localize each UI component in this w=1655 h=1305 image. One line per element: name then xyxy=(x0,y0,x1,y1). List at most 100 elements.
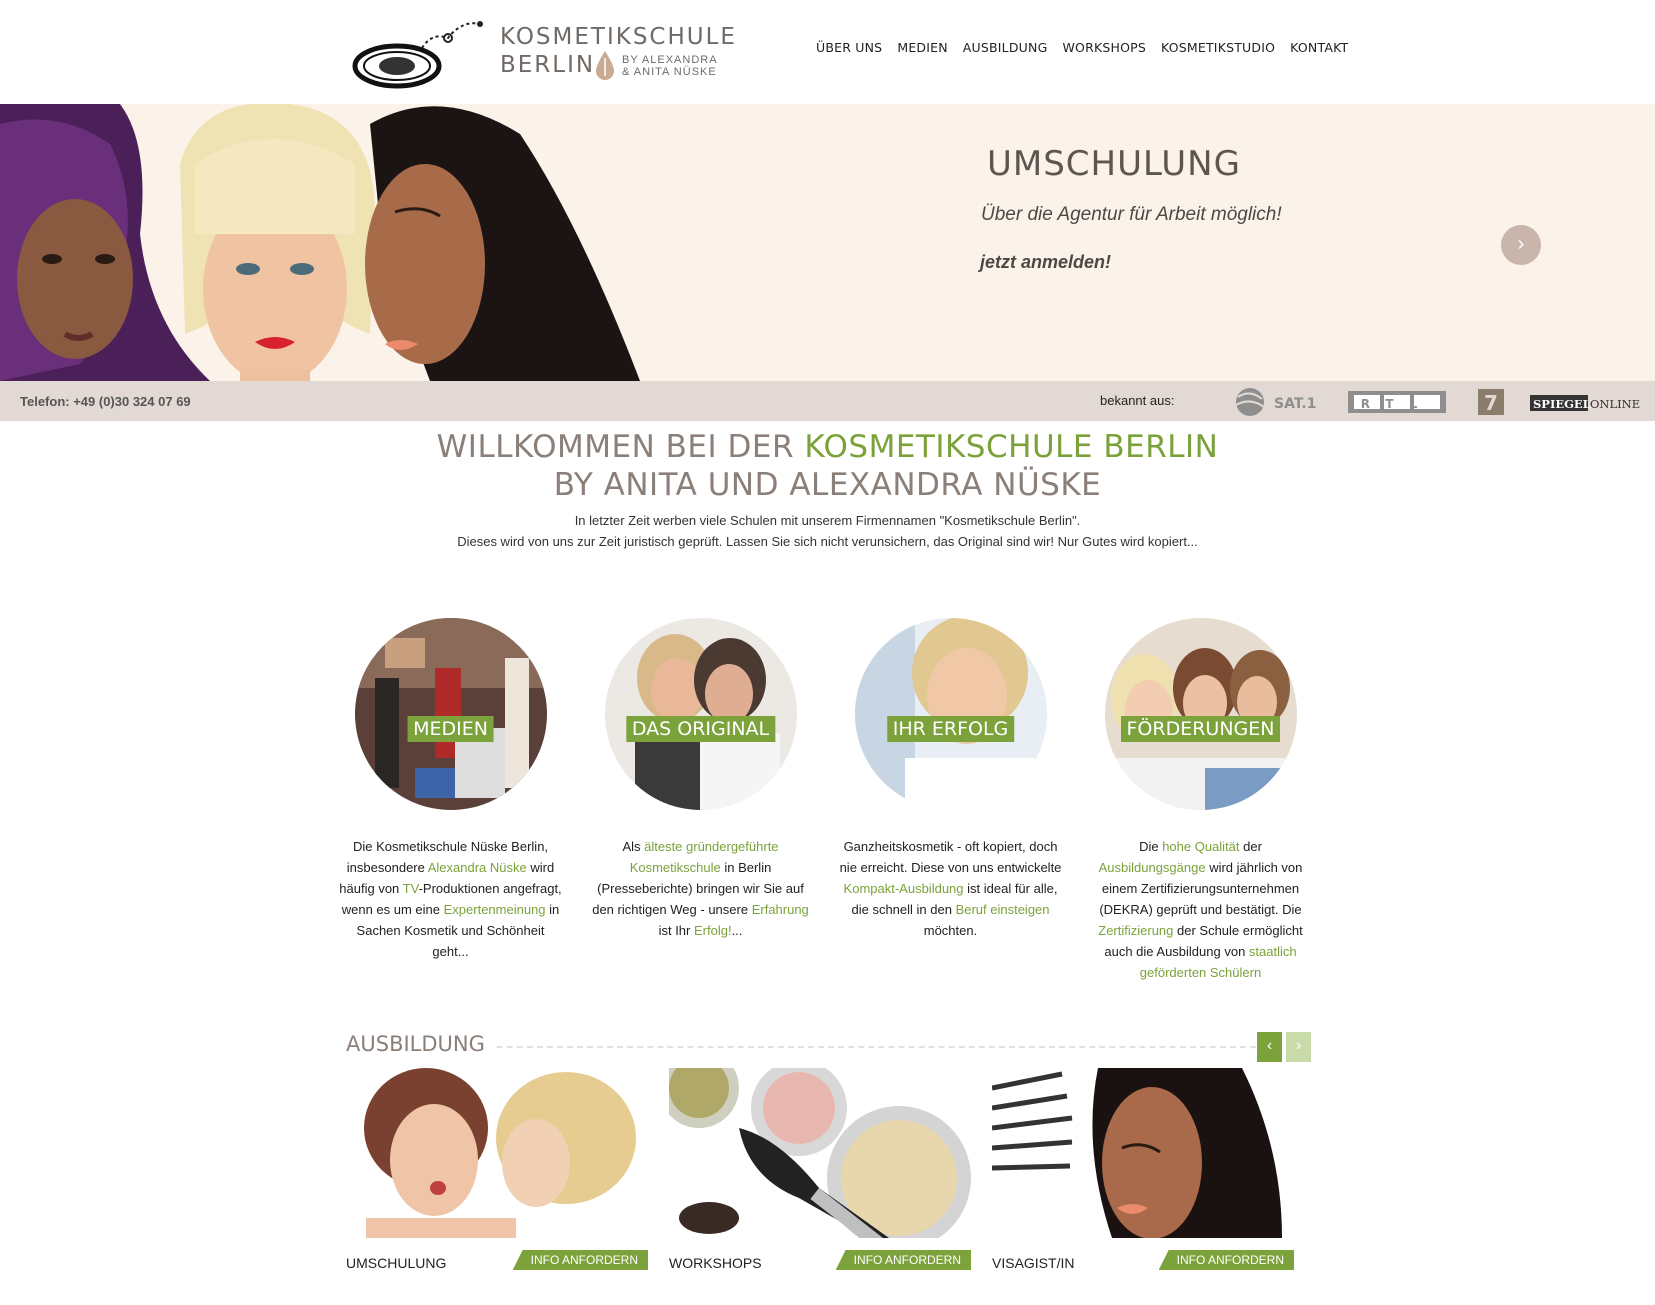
hero-title: UMSCHULUNG xyxy=(987,144,1241,184)
feature-erfolg: IHR ERFOLG Ganzheitskosmetik - oft kopie… xyxy=(838,618,1063,941)
course-row-visagist: VISAGIST/IN INFO ANFORDERN xyxy=(992,1248,1294,1278)
feature-image-foerderungen[interactable]: FÖRDERUNGEN xyxy=(1104,618,1297,810)
media-rtl: RTL xyxy=(1361,397,1434,411)
inline-link[interactable]: Ausbildungsgänge xyxy=(1099,860,1206,875)
feature-text-medien: Die Kosmetikschule Nüske Berlin, insbeso… xyxy=(338,836,563,962)
course-card-visagist[interactable]: VISAGIST/IN INFO ANFORDERN xyxy=(992,1068,1294,1278)
media-pro7: 7 xyxy=(1484,391,1498,415)
logo-byline-2: & ANITA NÜSKE xyxy=(622,66,717,78)
welcome-intro-1: In letzter Zeit werben viele Schulen mit… xyxy=(574,513,1081,528)
info-request-button-umschulung[interactable]: INFO ANFORDERN xyxy=(512,1250,648,1270)
chevron-right-icon[interactable]: › xyxy=(1501,225,1541,265)
feature-text-original: Als älteste gründergeführte Kosmetikschu… xyxy=(588,836,813,941)
logo-byline-1: BY ALEXANDRA xyxy=(622,54,718,66)
site-header: KOSMETIKSCHULE BERLIN BY ALEXANDRA & ANI… xyxy=(0,0,1655,104)
inline-link[interactable]: Kompakt-Ausbildung xyxy=(844,881,964,896)
course-image-umschulung xyxy=(346,1068,648,1238)
media-spiegel: SPIEGEL xyxy=(1533,397,1591,411)
hero-slider: UMSCHULUNG Über die Agentur für Arbeit m… xyxy=(0,104,1655,381)
welcome-title-line2: BY ANITA UND ALEXANDRA NÜSKE xyxy=(553,467,1102,503)
drop-icon xyxy=(596,51,614,80)
feature-image-original[interactable]: DAS ORIGINAL xyxy=(604,618,797,810)
nav-kosmetikstudio[interactable]: KOSMETIKSTUDIO xyxy=(1161,40,1275,55)
phone-number[interactable]: Telefon: +49 (0)30 324 07 69 xyxy=(20,394,191,409)
inline-link[interactable]: Erfolg! xyxy=(694,923,732,938)
hero-image xyxy=(0,104,640,381)
feature-label-original: DAS ORIGINAL xyxy=(625,716,776,742)
success-woman-image xyxy=(854,618,1047,810)
text-segment: Die xyxy=(1139,839,1163,854)
pro7-logo-icon: 7 xyxy=(1478,389,1504,415)
inline-link[interactable]: hohe Qualität xyxy=(1162,839,1239,854)
logo-emblem-icon xyxy=(352,21,483,89)
welcome-title-part2: KOSMETIKSCHULE BERLIN xyxy=(804,429,1219,465)
main-nav: ÜBER UNS MEDIEN AUSBILDUNG WORKSHOPS KOS… xyxy=(816,40,1348,55)
inline-link[interactable]: Zertifizierung xyxy=(1098,923,1173,938)
nav-medien[interactable]: MEDIEN xyxy=(897,40,947,55)
logo-title: KOSMETIKSCHULE xyxy=(500,24,737,50)
feature-image-medien[interactable]: MEDIEN xyxy=(354,618,547,810)
ausbildung-title: AUSBILDUNG xyxy=(346,1032,493,1056)
known-from-label: bekannt aus: xyxy=(1100,393,1175,408)
welcome-title-part1: WILLKOMMEN BEI DER xyxy=(436,429,805,465)
logo-city: BERLIN xyxy=(500,52,596,78)
media-sat1: SAT.1 xyxy=(1274,396,1316,412)
feature-foerderungen: FÖRDERUNGEN Die hohe Qualität der Ausbil… xyxy=(1088,618,1313,983)
chevron-left-icon[interactable]: ‹ xyxy=(1257,1032,1282,1062)
inline-link[interactable]: Expertenmeinung xyxy=(444,902,546,917)
feature-label-medien: MEDIEN xyxy=(407,716,494,742)
course-name-workshops: WORKSHOPS xyxy=(669,1255,762,1271)
logo-byline: BY ALEXANDRA & ANITA NÜSKE xyxy=(622,54,718,78)
course-row-umschulung: UMSCHULUNG INFO ANFORDERN xyxy=(346,1248,648,1278)
feature-text-foerderungen: Die hohe Qualität der Ausbildungsgänge w… xyxy=(1088,836,1313,983)
chevron-right-icon[interactable]: › xyxy=(1286,1032,1311,1062)
feature-original: DAS ORIGINAL Als älteste gründergeführte… xyxy=(588,618,813,941)
spiegel-online-logo-icon: SPIEGEL ONLINE xyxy=(1530,395,1640,411)
course-image-visagist xyxy=(992,1068,1294,1238)
students-image xyxy=(1104,618,1297,810)
feature-medien: MEDIEN Die Kosmetikschule Nüske Berlin, … xyxy=(338,618,563,962)
rtl-logo-icon: RTL xyxy=(1348,391,1446,413)
welcome-title: WILLKOMMEN BEI DER KOSMETIKSCHULE BERLIN… xyxy=(0,428,1655,504)
text-segment: möchten. xyxy=(923,923,978,938)
hero-subtitle: Über die Agentur für Arbeit möglich! xyxy=(981,204,1282,225)
inline-link[interactable]: Beruf einsteigen xyxy=(956,902,1050,917)
hero-cta-link[interactable]: jetzt anmelden! xyxy=(980,252,1111,273)
text-segment: Ganzheitskosmetik - oft kopiert, doch ni… xyxy=(839,839,1062,875)
logo[interactable]: KOSMETIKSCHULE BERLIN BY ALEXANDRA & ANI… xyxy=(352,14,735,90)
feature-label-foerderungen: FÖRDERUNGEN xyxy=(1120,716,1281,742)
course-card-workshops[interactable]: WORKSHOPS INFO ANFORDERN xyxy=(669,1068,971,1278)
text-segment: Als xyxy=(622,839,645,854)
visagist-image xyxy=(992,1068,1294,1238)
text-segment: der xyxy=(1239,839,1262,854)
tv-studio-image xyxy=(354,618,547,810)
course-row-workshops: WORKSHOPS INFO ANFORDERN xyxy=(669,1248,971,1278)
feature-image-erfolg[interactable]: IHR ERFOLG xyxy=(854,618,1047,810)
media-online: ONLINE xyxy=(1590,397,1640,411)
course-name-visagist: VISAGIST/IN xyxy=(992,1255,1075,1271)
course-card-umschulung[interactable]: UMSCHULUNG INFO ANFORDERN xyxy=(346,1068,648,1278)
founders-image xyxy=(604,618,797,810)
text-segment: ist Ihr xyxy=(658,923,694,938)
text-segment: ... xyxy=(731,923,743,938)
inline-link[interactable]: TV xyxy=(403,881,419,896)
course-image-workshops xyxy=(669,1068,971,1238)
whispering-women-image xyxy=(346,1068,648,1238)
course-name-umschulung: UMSCHULUNG xyxy=(346,1255,447,1271)
inline-link[interactable]: Erfahrung xyxy=(752,902,809,917)
info-request-button-visagist[interactable]: INFO ANFORDERN xyxy=(1158,1250,1294,1270)
makeup-products-image xyxy=(669,1068,971,1238)
media-logos: SAT.1 RTL 7 SPIEGEL ONLINE xyxy=(1235,388,1640,416)
nav-ueber-uns[interactable]: ÜBER UNS xyxy=(816,40,882,55)
nav-workshops[interactable]: WORKSHOPS xyxy=(1062,40,1146,55)
sat1-logo-icon: SAT.1 xyxy=(1235,388,1316,416)
info-bar: Telefon: +49 (0)30 324 07 69 bekannt aus… xyxy=(0,381,1655,421)
inline-link[interactable]: Alexandra Nüske xyxy=(428,860,527,875)
welcome-section: WILLKOMMEN BEI DER KOSMETIKSCHULE BERLIN… xyxy=(0,428,1655,552)
nav-ausbildung[interactable]: AUSBILDUNG xyxy=(963,40,1048,55)
nav-kontakt[interactable]: KONTAKT xyxy=(1290,40,1348,55)
welcome-intro-2: Dieses wird von uns zur Zeit juristisch … xyxy=(457,534,1198,549)
info-request-button-workshops[interactable]: INFO ANFORDERN xyxy=(835,1250,971,1270)
feature-text-erfolg: Ganzheitskosmetik - oft kopiert, doch ni… xyxy=(838,836,1063,941)
feature-label-erfolg: IHR ERFOLG xyxy=(886,716,1015,742)
